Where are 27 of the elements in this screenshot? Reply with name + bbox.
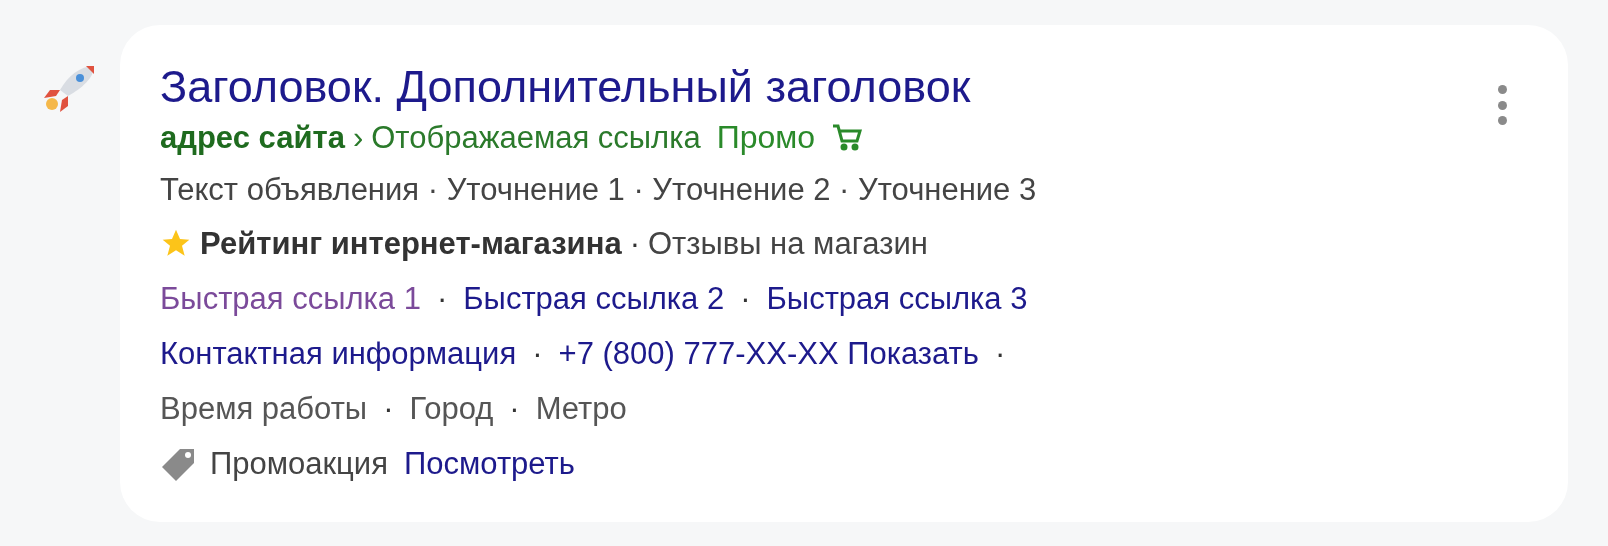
ad-text: Текст объявления · Уточнение 1 · Уточнение 2 · Уточнение 3 — [160, 170, 1037, 209]
link[interactable]: Быстрая ссылка 2 — [463, 283, 725, 314]
link[interactable]: Быстрая ссылка 1 — [160, 283, 421, 314]
display-link[interactable]: Отображаемая ссылка — [371, 121, 701, 153]
separator-dot: · — [994, 338, 1006, 369]
info-text: Метро — [535, 393, 627, 424]
promo-action-label: Промоакция — [210, 448, 388, 479]
rating-label: Рейтинг интернет-магазина — [200, 227, 622, 259]
cart-icon — [831, 122, 864, 152]
ad-title[interactable]: Заголовок. Дополнительный заголовок — [160, 61, 1037, 113]
reviews-link[interactable]: Отзывы на магазин — [647, 227, 928, 259]
info-text: Время работы — [160, 393, 368, 424]
view-link[interactable]: Посмотреть — [404, 448, 575, 479]
info-text: Город — [409, 393, 494, 424]
separator-dot: · — [383, 393, 394, 424]
promo-label: Промо — [716, 121, 816, 153]
separator-dot: · — [532, 338, 543, 369]
link[interactable]: Контактная информация — [160, 338, 517, 369]
more-menu-icon[interactable] — [1496, 85, 1508, 125]
site-address[interactable]: адрес сайта — [160, 121, 345, 153]
link[interactable]: +7 (800) 777-XX-XX Показать — [558, 338, 979, 369]
breadcrumb-arrow: › — [352, 121, 364, 153]
separator-dot: · — [509, 393, 520, 424]
separator-dot: · — [740, 283, 751, 314]
separator-dot: · — [629, 227, 640, 259]
link[interactable]: Быстрая ссылка 3 — [766, 283, 1028, 314]
separator-dot: · — [436, 283, 448, 314]
